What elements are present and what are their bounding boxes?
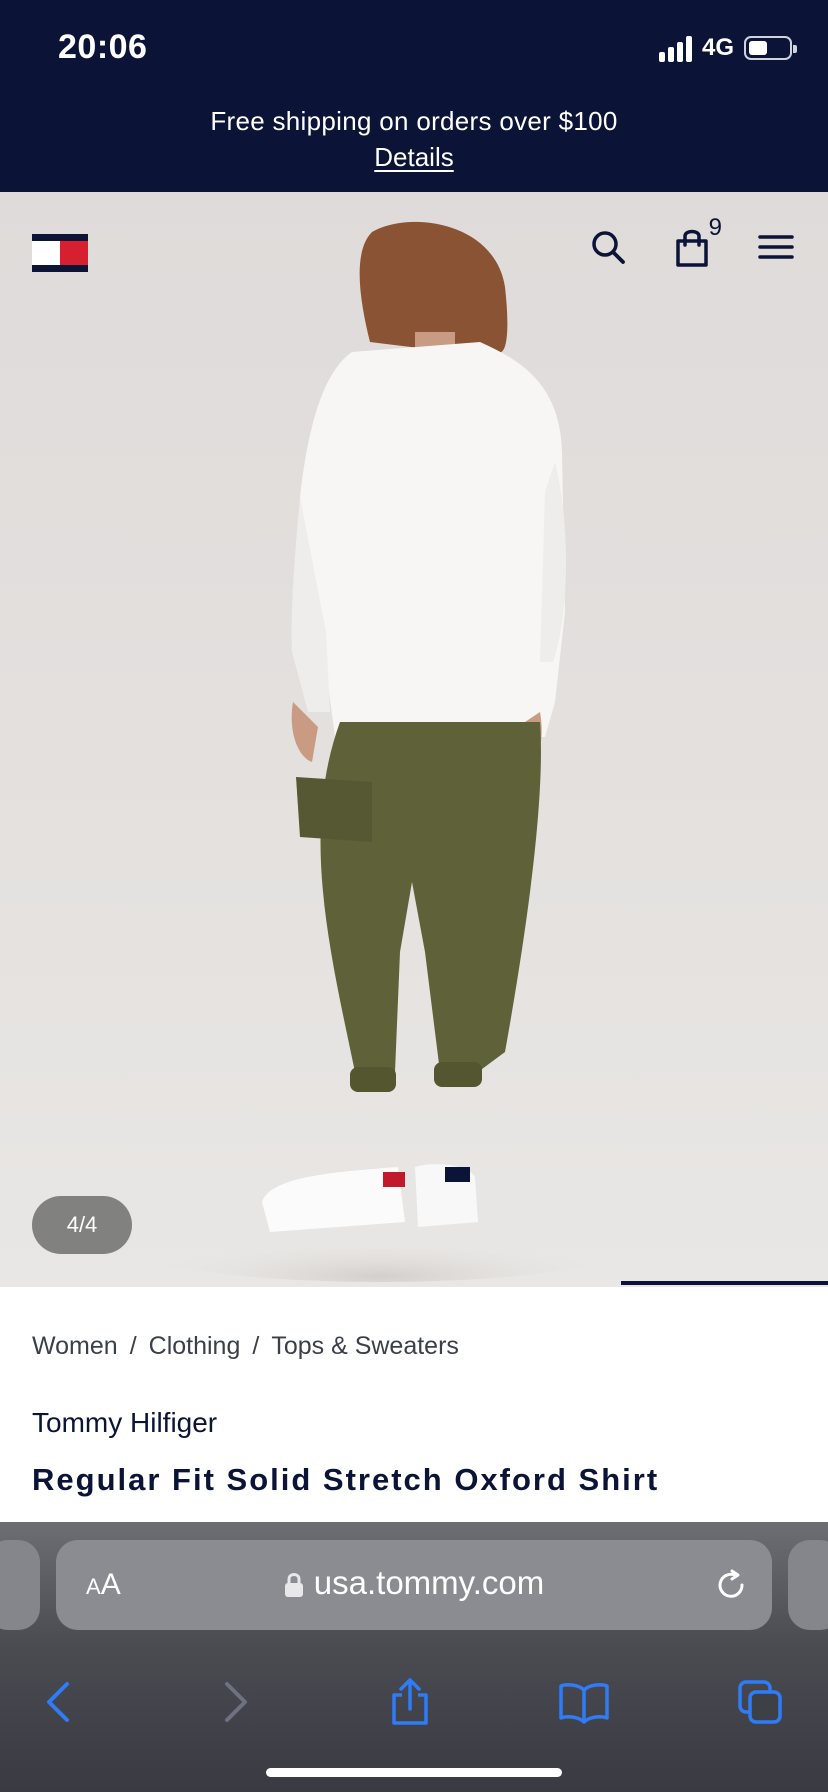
breadcrumb-separator: / xyxy=(252,1332,260,1360)
breadcrumb: Women / Clothing / Tops & Sweaters xyxy=(32,1332,459,1361)
url-text: usa.tommy.com xyxy=(313,1564,545,1601)
product-image-gallery[interactable]: 9 4/4 xyxy=(0,192,828,1287)
back-button[interactable] xyxy=(28,1672,88,1732)
tommy-hilfiger-flag-logo[interactable] xyxy=(32,234,88,272)
previous-tab-preview[interactable] xyxy=(0,1540,40,1630)
breadcrumb-clothing[interactable]: Clothing xyxy=(149,1332,241,1361)
breadcrumb-women[interactable]: Women xyxy=(32,1332,118,1361)
bag-count-badge: 9 xyxy=(708,214,722,241)
product-photo xyxy=(120,221,640,1282)
shopping-bag-icon xyxy=(676,229,708,267)
bookmarks-button[interactable] xyxy=(554,1672,614,1732)
reload-button[interactable] xyxy=(714,1568,748,1607)
lock-icon xyxy=(284,1573,303,1598)
browser-bottom-bar: AA usa.tommy.com xyxy=(0,1522,828,1792)
breadcrumb-tops-sweaters[interactable]: Tops & Sweaters xyxy=(271,1332,459,1361)
forward-chevron-icon xyxy=(225,1682,247,1722)
address-bar[interactable]: AA usa.tommy.com xyxy=(56,1540,772,1630)
tabs-overview-icon xyxy=(738,1680,782,1724)
hamburger-menu-icon xyxy=(758,235,794,259)
search-button[interactable] xyxy=(584,220,632,274)
product-title: Regular Fit Solid Stretch Oxford Shirt xyxy=(32,1462,660,1497)
product-brand: Tommy Hilfiger xyxy=(32,1407,218,1438)
breadcrumb-separator: / xyxy=(129,1332,137,1360)
status-indicators: 4G xyxy=(658,34,797,62)
home-indicator xyxy=(266,1768,562,1777)
url-display: usa.tommy.com xyxy=(56,1564,772,1602)
bookmarks-book-icon xyxy=(559,1683,609,1724)
product-page: 20:06 4G Free shipping on orders over $1… xyxy=(0,0,828,1792)
share-button[interactable] xyxy=(380,1672,440,1732)
battery-icon xyxy=(744,36,797,60)
promo-text: Free shipping on orders over $100 xyxy=(210,106,618,136)
browser-toolbar xyxy=(0,1652,828,1752)
header-actions: 9 xyxy=(584,214,800,274)
shopping-bag-button[interactable]: 9 xyxy=(668,214,722,274)
gallery-progress-track xyxy=(0,1281,828,1287)
tabs-button[interactable] xyxy=(730,1672,790,1732)
search-icon xyxy=(592,231,625,264)
back-chevron-icon xyxy=(47,1682,69,1722)
status-time: 20:06 xyxy=(58,28,148,66)
gallery-progress-fill xyxy=(621,1281,828,1285)
reload-icon xyxy=(718,1569,744,1598)
signal-icon xyxy=(658,34,692,62)
next-tab-preview[interactable] xyxy=(788,1540,828,1630)
forward-button[interactable] xyxy=(206,1672,266,1732)
top-banner: 20:06 4G Free shipping on orders over $1… xyxy=(0,0,828,192)
network-label: 4G xyxy=(701,34,734,61)
share-icon xyxy=(392,1678,428,1725)
promo-details-link[interactable]: Details xyxy=(0,142,828,173)
menu-button[interactable] xyxy=(752,220,800,274)
image-counter: 4/4 xyxy=(32,1196,132,1254)
